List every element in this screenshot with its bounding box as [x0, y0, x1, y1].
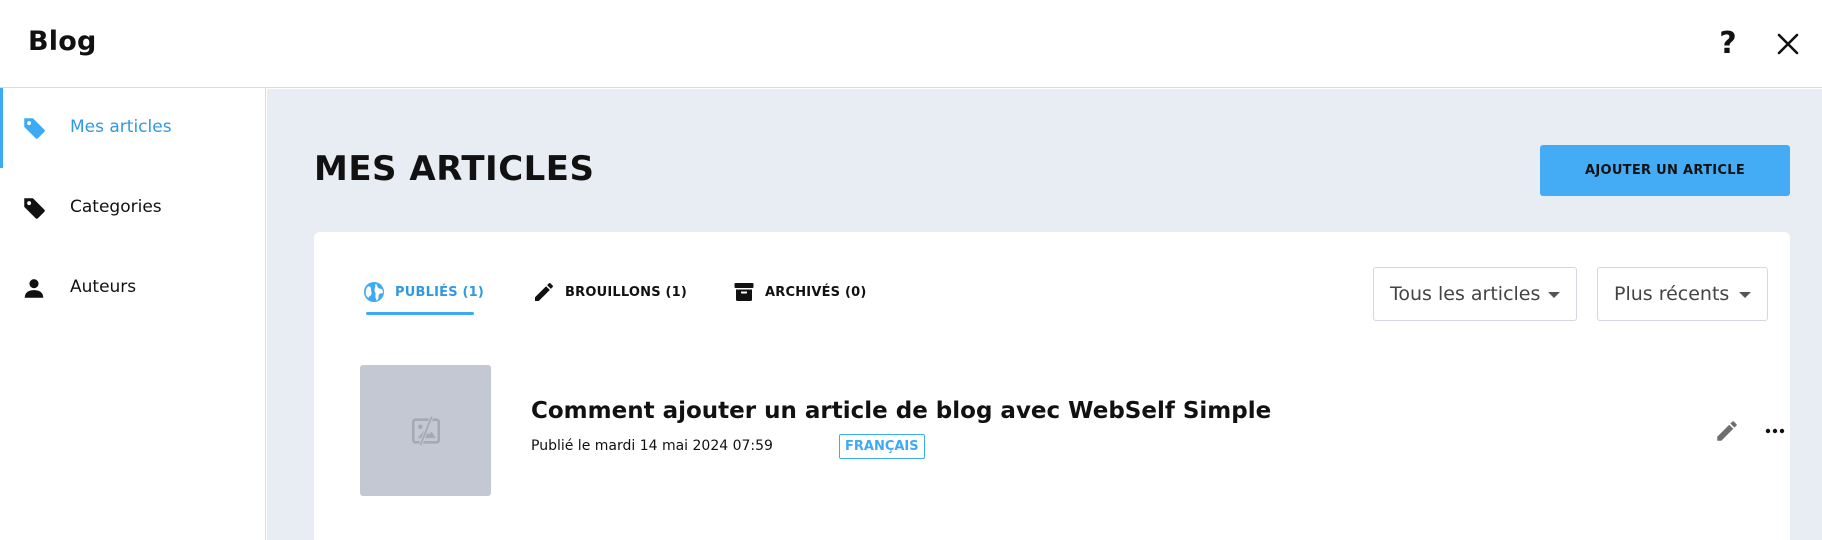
tab-archives[interactable]: ARCHIVÉS (0): [732, 272, 867, 312]
sidebar-item-categories[interactable]: Categories: [0, 168, 265, 248]
sidebar: Mes articles Categories Auteurs: [0, 88, 266, 540]
chevron-down-icon: [1739, 292, 1751, 298]
sidebar-item-label: Mes articles: [70, 117, 172, 137]
more-horizontal-icon: [1765, 428, 1785, 434]
add-article-button[interactable]: AJOUTER UN ARTICLE: [1540, 145, 1790, 196]
language-badge: FRANÇAIS: [839, 434, 925, 459]
close-icon: [1777, 33, 1799, 55]
archive-icon: [734, 283, 754, 301]
sort-select-value: Plus récents: [1614, 283, 1730, 305]
main-content: MES ARTICLES AJOUTER UN ARTICLE PUBLIÉS …: [267, 89, 1822, 540]
pencil-icon: [535, 283, 553, 301]
articles-card: PUBLIÉS (1) BROUILLONS (1) ARCHIVÉS (0) …: [314, 232, 1790, 540]
edit-article-button[interactable]: [1709, 413, 1745, 449]
chevron-down-icon: [1548, 292, 1560, 298]
article-title[interactable]: Comment ajouter un article de blog avec …: [531, 398, 1271, 424]
tab-publies[interactable]: PUBLIÉS (1): [362, 272, 484, 312]
list-item[interactable]: Comment ajouter un article de blog avec …: [360, 365, 1785, 497]
sidebar-item-label: Categories: [70, 197, 162, 217]
image-placeholder-icon: [411, 415, 440, 446]
tab-label: ARCHIVÉS (0): [765, 284, 867, 300]
tab-label: PUBLIÉS (1): [395, 284, 485, 300]
scope-select[interactable]: Tous les articles: [1373, 267, 1577, 321]
tab-label: BROUILLONS (1): [565, 284, 688, 300]
sidebar-item-auteurs[interactable]: Auteurs: [0, 248, 265, 328]
active-tab-indicator: [366, 312, 474, 315]
page-title: MES ARTICLES: [314, 149, 595, 189]
tag-icon: [24, 118, 45, 139]
article-publish-date: Publié le mardi 14 mai 2024 07:59: [531, 438, 773, 454]
sidebar-item-label: Auteurs: [70, 277, 137, 297]
close-button[interactable]: [1768, 24, 1808, 64]
scope-select-value: Tous les articles: [1390, 283, 1541, 305]
sort-select[interactable]: Plus récents: [1597, 267, 1768, 321]
help-icon: ?: [1719, 26, 1737, 61]
more-options-button[interactable]: [1757, 413, 1793, 449]
article-thumbnail: [360, 365, 491, 496]
top-bar: Blog ?: [0, 0, 1822, 88]
tag-icon: [24, 198, 45, 219]
help-button[interactable]: ?: [1708, 24, 1748, 64]
globe-icon: [364, 282, 384, 302]
sidebar-item-mes-articles[interactable]: Mes articles: [0, 88, 265, 168]
tab-brouillons[interactable]: BROUILLONS (1): [532, 272, 687, 312]
app-title: Blog: [28, 26, 97, 57]
person-icon: [24, 279, 44, 298]
pencil-icon: [1717, 421, 1737, 441]
